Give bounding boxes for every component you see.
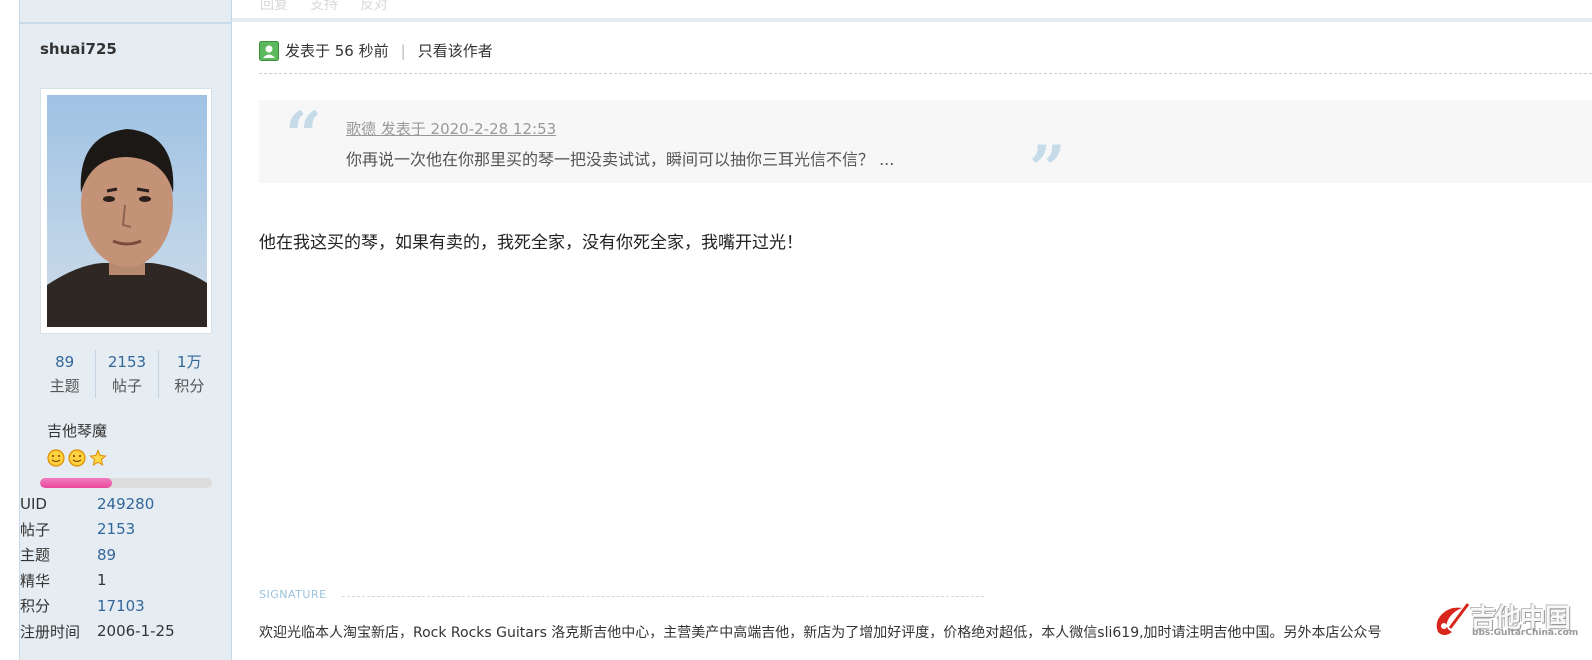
reply-action[interactable]: 回复 xyxy=(260,0,288,14)
profile-value[interactable]: 17103 xyxy=(97,597,145,615)
quote-author-link[interactable]: 歌德 发表于 2020-2-28 12:53 xyxy=(346,118,556,139)
profile-row-posts: 帖子 2153 xyxy=(20,517,231,543)
profile-value: 1 xyxy=(97,571,107,590)
quote-block: “ 歌德 发表于 2020-2-28 12:53 你再说一次他在你那里买的琴一把… xyxy=(259,98,1592,202)
rank-icons xyxy=(47,449,107,467)
post-meta: 发表于 56 秒前 | 只看该作者 xyxy=(259,40,493,61)
profile-row-digest: 精华 1 xyxy=(20,568,231,594)
stat-label: 主题 xyxy=(49,377,80,395)
online-user-icon xyxy=(259,40,279,61)
profile-row-register-date: 注册时间 2006-1-25 xyxy=(20,619,231,645)
rank-progress-bar xyxy=(40,478,212,488)
profile-key: UID xyxy=(20,494,47,513)
author-profile-list: UID 249280 帖子 2153 主题 89 精华 1 积分 17103 注… xyxy=(20,491,231,644)
profile-key: 积分 xyxy=(20,597,51,616)
profile-value: 2006-1-25 xyxy=(97,622,175,641)
watermark-subtitle: bbs.GuitarChina.com xyxy=(1472,628,1579,638)
post-content-area: 回复 支持 反对 发表于 56 秒前 | 只看该作者 “ 歌德 发表于 2020… xyxy=(232,0,1592,660)
stat-credits[interactable]: 1万 积分 xyxy=(157,350,220,398)
stat-label: 积分 xyxy=(174,377,205,395)
guitar-logo-icon xyxy=(1436,603,1470,635)
star-icon xyxy=(89,449,107,467)
profile-row-threads: 主题 89 xyxy=(20,542,231,568)
sidebar-top-strip xyxy=(20,0,231,24)
profile-row-credits: 积分 17103 xyxy=(20,593,231,619)
rank-progress-fill xyxy=(40,478,113,488)
profile-key: 帖子 xyxy=(20,520,51,539)
profile-row-uid: UID 249280 xyxy=(20,491,231,517)
stat-value: 1万 xyxy=(177,353,202,371)
profile-key: 注册时间 xyxy=(20,622,81,641)
avatar-portrait-image xyxy=(47,95,207,327)
stat-value: 2153 xyxy=(107,353,147,371)
stat-label: 帖子 xyxy=(111,377,142,395)
post-body-text: 他在我这买的琴，如果有卖的，我死全家，没有你死全家，我嘴开过光！ xyxy=(259,233,803,253)
profile-key: 主题 xyxy=(20,546,51,565)
smiley-icon xyxy=(68,449,86,467)
quote-text: 你再说一次他在你那里买的琴一把没卖试试，瞬间可以抽你三耳光信不信？ ... xyxy=(346,150,895,169)
open-quote-icon: “ xyxy=(285,98,322,173)
site-watermark: 吉他中国 bbs.GuitarChina.com xyxy=(1432,598,1584,642)
avatar[interactable] xyxy=(47,95,207,327)
signature-divider xyxy=(342,596,984,597)
signature-label: SIGNATURE xyxy=(259,588,327,601)
author-sidebar: shuai725 89 主题 2153 帖子 1万 积分 吉他琴魔 UID 24… xyxy=(20,0,232,660)
stat-posts[interactable]: 2153 帖子 xyxy=(95,350,157,398)
meta-divider xyxy=(259,73,1592,74)
meta-separator: | xyxy=(400,41,406,60)
previous-post-action-bar: 回复 支持 反对 xyxy=(232,0,1592,22)
stat-threads[interactable]: 89 主题 xyxy=(34,350,95,398)
close-quote-icon: ” xyxy=(1029,132,1066,207)
avatar-frame xyxy=(40,88,212,334)
stat-value: 89 xyxy=(55,353,75,371)
only-view-author-link[interactable]: 只看该作者 xyxy=(418,40,493,61)
author-username[interactable]: shuai725 xyxy=(40,40,117,58)
profile-value[interactable]: 249280 xyxy=(97,495,154,513)
support-action[interactable]: 支持 xyxy=(310,0,338,14)
profile-value[interactable]: 2153 xyxy=(97,520,135,538)
smiley-icon xyxy=(47,449,65,467)
author-stats: 89 主题 2153 帖子 1万 积分 xyxy=(34,350,220,398)
signature-text: 欢迎光临本人淘宝新店，Rock Rocks Guitars 洛克斯吉他中心，主营… xyxy=(259,625,1382,641)
post-timestamp: 发表于 56 秒前 xyxy=(285,42,389,60)
page-left-margin xyxy=(0,0,20,660)
profile-value[interactable]: 89 xyxy=(97,546,116,564)
faded-post-actions: 回复 支持 反对 xyxy=(260,0,388,14)
profile-key: 精华 xyxy=(20,571,51,590)
rank-title[interactable]: 吉他琴魔 xyxy=(47,420,107,441)
oppose-action[interactable]: 反对 xyxy=(360,0,388,14)
